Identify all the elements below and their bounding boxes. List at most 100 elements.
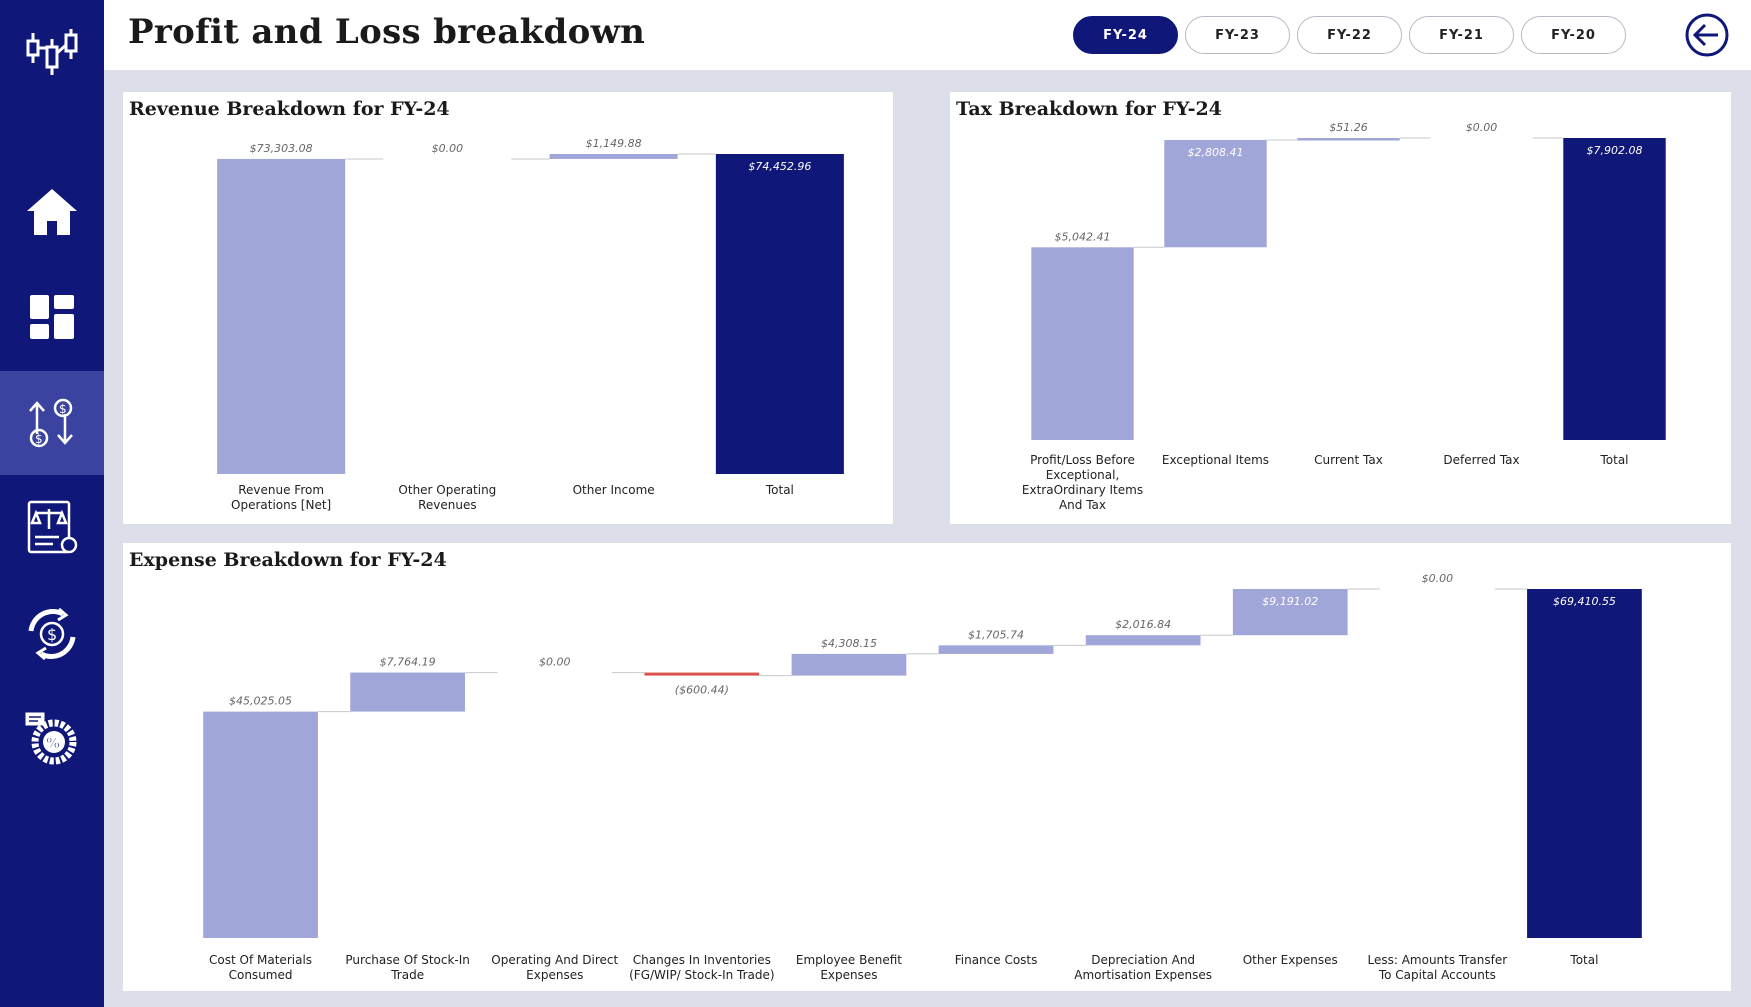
sidebar: $ $ $ % xyxy=(0,0,104,1007)
category-label-line: Purchase Of Stock-In xyxy=(345,953,469,967)
nav-profit-loss[interactable]: $ $ xyxy=(0,371,104,475)
tax-waterfall-chart: $5,042.41Profit/Loss Before Exceptional, E… xyxy=(1022,121,1666,512)
revenue-waterfall-chart: $73,303.08 Revenue From Operations [Net] $0… xyxy=(217,137,844,512)
currency-cycle-icon: $ xyxy=(28,607,76,661)
category-label: Changes In Inventories (FG/WIP/ Stock-In … xyxy=(629,953,774,982)
value-label: $7,902.08 xyxy=(1587,144,1643,157)
category-label-line: To Capital Accounts xyxy=(1378,968,1496,982)
value-label: $2,808.41 xyxy=(1188,146,1244,159)
category-label-line: Expenses xyxy=(526,968,583,982)
value-label: $5,042.41 xyxy=(1055,230,1111,243)
category-label-line: Revenues xyxy=(418,498,477,512)
value-label: $69,410.55 xyxy=(1553,595,1616,608)
expense-waterfall-chart: $45,025.05 Cost Of Materials Consumed $7,76… xyxy=(203,572,1642,982)
category-label-line: Exceptional, xyxy=(1046,468,1120,482)
category-label-line: Amortisation Expenses xyxy=(1074,968,1212,982)
value-label: $0.00 xyxy=(1466,121,1498,134)
waterfall-bar xyxy=(217,158,346,474)
value-label: $0.00 xyxy=(1422,572,1454,585)
category-label-line: Changes In Inventories xyxy=(633,953,771,967)
value-label: $51.26 xyxy=(1329,121,1368,134)
waterfall-bar xyxy=(1031,247,1134,440)
category-label: Profit/Loss Before Exceptional, ExtraOrdin… xyxy=(1022,453,1143,512)
category-label: Other Operating Revenues xyxy=(398,483,496,512)
category-label-line: Cost Of Materials xyxy=(209,953,312,967)
revenue-breakdown-panel: Revenue Breakdown for FY-24 $73,303.08 Re… xyxy=(123,92,893,524)
cash-flow-icon: $ $ xyxy=(29,398,73,448)
category-label-line: Total xyxy=(1599,453,1628,467)
logo[interactable] xyxy=(0,0,104,104)
category-label-line: Expenses xyxy=(820,968,877,982)
value-label: $1,149.88 xyxy=(586,137,642,150)
category-label: Employee Benefit Expenses xyxy=(796,953,902,982)
category-label-line: ExtraOrdinary Items xyxy=(1022,483,1143,497)
nav-balance-sheet[interactable] xyxy=(0,476,104,580)
category-label-line: Operations [Net] xyxy=(231,498,331,512)
category-label-line: Exceptional Items xyxy=(1162,453,1269,467)
category-label: Depreciation And Amortisation Expenses xyxy=(1074,953,1212,982)
fy-23-button[interactable]: FY-23 xyxy=(1185,16,1290,54)
back-button[interactable] xyxy=(1684,12,1730,58)
category-label-line: Revenue From xyxy=(238,483,324,497)
page-title: Profit and Loss breakdown xyxy=(128,12,646,52)
category-label-line: Deferred Tax xyxy=(1443,453,1519,467)
category-label-line: And Tax xyxy=(1059,498,1106,512)
category-label-line: Other Income xyxy=(573,483,655,497)
category-label-line: Employee Benefit xyxy=(796,953,902,967)
waterfall-bar xyxy=(791,653,907,676)
category-label: Finance Costs xyxy=(955,953,1038,967)
percentage-ratio-icon: % xyxy=(25,712,77,765)
category-label: Total xyxy=(1569,953,1598,967)
category-label-line: (FG/WIP/ Stock-In Trade) xyxy=(629,968,774,982)
waterfall-bar xyxy=(1563,138,1666,440)
svg-text:$: $ xyxy=(35,432,43,446)
nav-dashboard[interactable] xyxy=(0,265,104,369)
fy-22-button[interactable]: FY-22 xyxy=(1297,16,1402,54)
expense-breakdown-panel: Expense Breakdown for FY-24 $45,025.05 Co… xyxy=(123,543,1731,991)
svg-text:%: % xyxy=(46,736,60,752)
waterfall-bar xyxy=(1527,589,1642,938)
category-label-line: Less: Amounts Transfer xyxy=(1367,953,1507,967)
category-label-line: Finance Costs xyxy=(955,953,1038,967)
candlestick-logo-icon xyxy=(26,29,78,75)
category-label-line: Total xyxy=(765,483,794,497)
category-label: Cost Of Materials Consumed xyxy=(209,953,312,982)
value-label: $9,191.02 xyxy=(1262,595,1318,608)
waterfall-bar xyxy=(203,711,318,938)
value-label: $2,016.84 xyxy=(1115,618,1171,631)
category-label-line: Profit/Loss Before xyxy=(1030,453,1135,467)
value-label: $1,705.74 xyxy=(968,628,1024,641)
fy-20-button[interactable]: FY-20 xyxy=(1521,16,1626,54)
category-label-line: Total xyxy=(1569,953,1598,967)
waterfall-bar xyxy=(644,672,760,676)
category-label-line: Other Operating xyxy=(398,483,496,497)
svg-text:$: $ xyxy=(59,402,67,416)
waterfall-bar xyxy=(1297,138,1400,141)
category-label-line: Consumed xyxy=(229,968,293,982)
category-label: Current Tax xyxy=(1314,453,1383,467)
category-label: Other Expenses xyxy=(1243,953,1338,967)
value-label: ($600.44) xyxy=(675,684,729,697)
fy-24-button[interactable]: FY-24 xyxy=(1073,16,1178,54)
waterfall-bar xyxy=(938,645,1054,654)
nav-ratios[interactable]: % xyxy=(0,686,104,790)
category-label: Total xyxy=(1599,453,1628,467)
category-label: Exceptional Items xyxy=(1162,453,1269,467)
nav-home[interactable] xyxy=(0,160,104,264)
nav-cash-cycle[interactable]: $ xyxy=(0,582,104,686)
category-label: Deferred Tax xyxy=(1443,453,1519,467)
dashboard-icon xyxy=(30,295,74,339)
value-label: $45,025.05 xyxy=(229,695,292,708)
fy-21-button[interactable]: FY-21 xyxy=(1409,16,1514,54)
category-label: Less: Amounts Transfer To Capital Account… xyxy=(1367,953,1507,982)
svg-text:$: $ xyxy=(47,625,57,644)
category-label: Other Income xyxy=(573,483,655,497)
tax-breakdown-panel: Tax Breakdown for FY-24 $5,042.41 Profit/… xyxy=(950,92,1731,524)
value-label: $4,308.15 xyxy=(821,637,877,650)
value-label: $73,303.08 xyxy=(250,142,313,155)
category-label: Purchase Of Stock-In Trade xyxy=(345,953,469,982)
header-bar: Profit and Loss breakdown FY-24 FY-23 FY… xyxy=(104,0,1751,70)
value-label: $0.00 xyxy=(432,142,464,155)
category-label-line: Trade xyxy=(390,968,424,982)
category-label: Total xyxy=(765,483,794,497)
